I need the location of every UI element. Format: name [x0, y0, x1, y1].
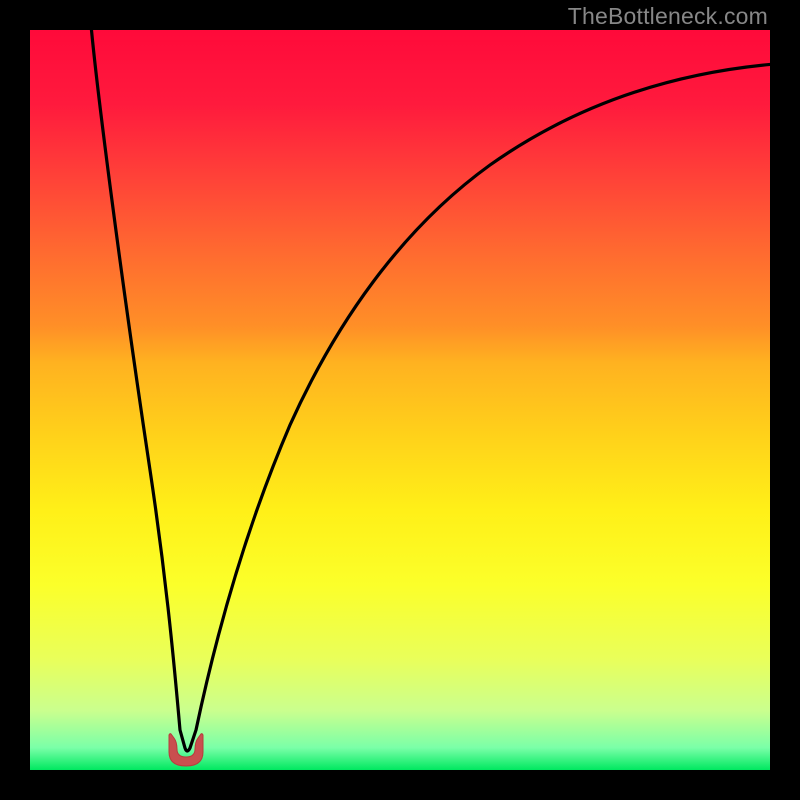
v-marker — [163, 732, 209, 768]
curve-path — [91, 30, 770, 751]
plot-area — [30, 30, 770, 770]
v-marker-icon — [163, 732, 209, 768]
bottleneck-curve — [30, 30, 770, 770]
watermark-text: TheBottleneck.com — [568, 3, 768, 30]
